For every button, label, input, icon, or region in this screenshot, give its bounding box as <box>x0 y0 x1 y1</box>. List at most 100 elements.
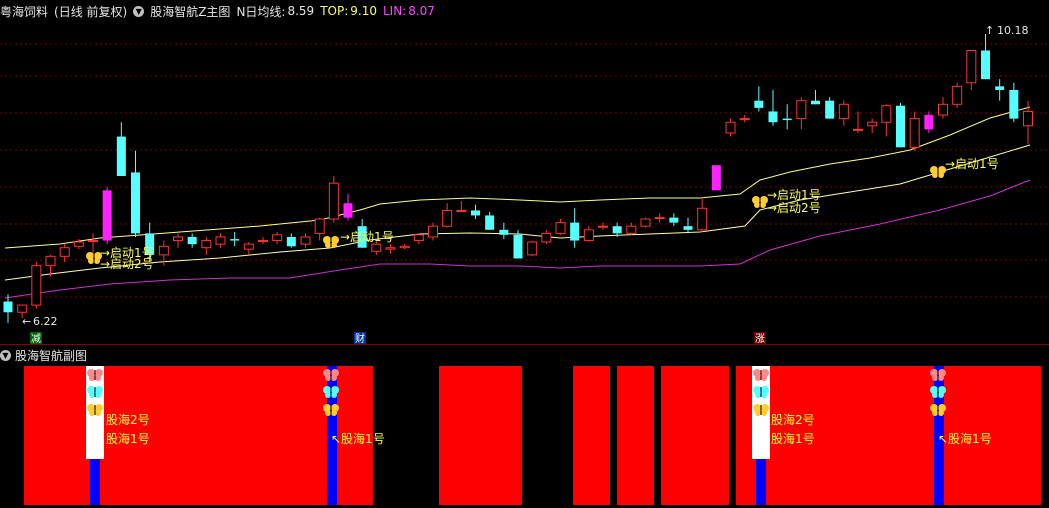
panel-separator[interactable] <box>0 344 1049 345</box>
candle[interactable] <box>116 122 126 176</box>
candle[interactable] <box>201 236 212 255</box>
candle[interactable] <box>385 244 396 254</box>
butterfly-icon <box>86 252 102 264</box>
candle[interactable] <box>413 233 424 245</box>
candle[interactable] <box>343 193 353 221</box>
candle[interactable] <box>754 86 764 112</box>
sub-label-1: 股海1号 <box>106 431 150 446</box>
candle[interactable] <box>258 236 268 245</box>
sub-chart-title[interactable]: 股海智航副图 <box>15 347 87 364</box>
candle[interactable] <box>811 89 820 105</box>
candle[interactable] <box>640 217 651 228</box>
candle[interactable] <box>314 217 325 241</box>
candle[interactable] <box>300 233 311 248</box>
candle[interactable] <box>471 204 480 220</box>
butterfly-icon <box>87 369 103 381</box>
period-label: (日线 前复权) <box>54 4 128 19</box>
candle[interactable] <box>966 49 977 90</box>
candle[interactable] <box>570 208 580 248</box>
butterfly-icon <box>323 386 339 398</box>
candle[interactable] <box>654 213 665 223</box>
candle[interactable] <box>697 197 708 232</box>
candle[interactable] <box>909 111 920 151</box>
butterfly-icon <box>930 166 946 178</box>
candle[interactable] <box>782 104 792 130</box>
svg-text:减: 减 <box>31 333 41 344</box>
candle[interactable] <box>938 97 948 119</box>
candle[interactable] <box>499 222 509 240</box>
candle[interactable] <box>881 104 892 137</box>
candle[interactable] <box>1009 82 1019 123</box>
candle[interactable] <box>626 222 637 235</box>
candle[interactable] <box>853 111 863 133</box>
candle[interactable] <box>131 150 140 237</box>
candle[interactable] <box>867 118 878 133</box>
candle[interactable] <box>995 79 1005 101</box>
high-price-arrow: ↑ <box>985 24 994 37</box>
butterfly-icon <box>752 196 768 208</box>
sub-block <box>573 366 610 505</box>
candle[interactable] <box>1023 100 1033 144</box>
candle[interactable] <box>981 34 990 80</box>
main-chart[interactable]: ← 6.22↑ 10.18→启动1号→启动2号→启动1号→启动1号→启动2号→启动… <box>0 22 1049 344</box>
indicator-name[interactable]: 股海智航Z主图 <box>150 3 230 20</box>
candle[interactable] <box>555 219 566 235</box>
stock-name: 粤海饲料 <box>0 4 49 19</box>
candle[interactable] <box>230 231 240 247</box>
candle[interactable] <box>187 233 197 248</box>
butterfly-icon <box>87 386 103 398</box>
candle[interactable] <box>286 233 296 248</box>
signal-marker[interactable]: 涨 <box>754 332 766 344</box>
low-price-arrow: ← <box>22 315 31 328</box>
sub-label-2: 股海2号 <box>106 412 150 427</box>
sub-label-1: 股海1号 <box>771 431 815 446</box>
butterfly-icon <box>930 386 946 398</box>
signal-marker[interactable]: 减 <box>30 332 42 344</box>
svg-text:涨: 涨 <box>755 333 765 344</box>
candle[interactable] <box>924 111 934 133</box>
candle[interactable] <box>428 222 438 241</box>
candle[interactable] <box>796 97 807 130</box>
candle[interactable] <box>725 118 736 137</box>
start-label-2: →启动2号 <box>100 257 154 271</box>
candle[interactable] <box>825 97 835 119</box>
candle[interactable] <box>896 102 905 148</box>
candle[interactable] <box>3 294 13 324</box>
candle[interactable] <box>215 233 226 248</box>
sub-label-1: ↖股海1号 <box>938 431 992 446</box>
candle[interactable] <box>272 231 283 245</box>
butterfly-icon <box>930 404 946 416</box>
candle[interactable] <box>243 241 254 255</box>
candle[interactable] <box>173 233 183 248</box>
candle[interactable] <box>399 244 410 250</box>
sub-block <box>439 366 522 505</box>
candle[interactable] <box>328 176 339 223</box>
lin-value: 8.07 <box>408 4 435 18</box>
candle[interactable] <box>59 244 70 263</box>
start-label-1: →启动1号 <box>945 157 999 171</box>
candle[interactable] <box>583 226 594 242</box>
butterfly-icon <box>323 369 339 381</box>
candle[interactable] <box>456 201 467 212</box>
candle[interactable] <box>952 82 963 108</box>
start-label-1: →启动1号 <box>767 188 821 202</box>
candle[interactable] <box>527 240 538 257</box>
candle[interactable] <box>768 89 778 126</box>
candle[interactable] <box>442 203 453 228</box>
top-value: 9.10 <box>350 4 377 18</box>
svg-text:财: 财 <box>355 332 365 344</box>
header-bar: 粤海饲料 (日线 前复权) ▼ 股海智航Z主图 N日均线: 8.59 TOP: … <box>0 0 1049 22</box>
chevron-down-icon[interactable]: ▼ <box>133 5 145 17</box>
chevron-down-icon[interactable]: ▼ <box>0 349 11 361</box>
candle[interactable] <box>838 100 849 126</box>
candle[interactable] <box>31 262 42 309</box>
candle[interactable] <box>485 211 495 230</box>
candle[interactable] <box>683 217 693 234</box>
candle[interactable] <box>711 165 721 191</box>
candle[interactable] <box>541 229 552 245</box>
butterfly-icon <box>930 369 946 381</box>
candle[interactable] <box>102 186 112 245</box>
candle[interactable] <box>739 115 750 123</box>
signal-marker[interactable]: 财 <box>354 332 366 344</box>
sub-chart[interactable]: 股海2号股海1号 ↖股海1号 股海2号股海1号 ↖股海1号 <box>0 364 1049 508</box>
